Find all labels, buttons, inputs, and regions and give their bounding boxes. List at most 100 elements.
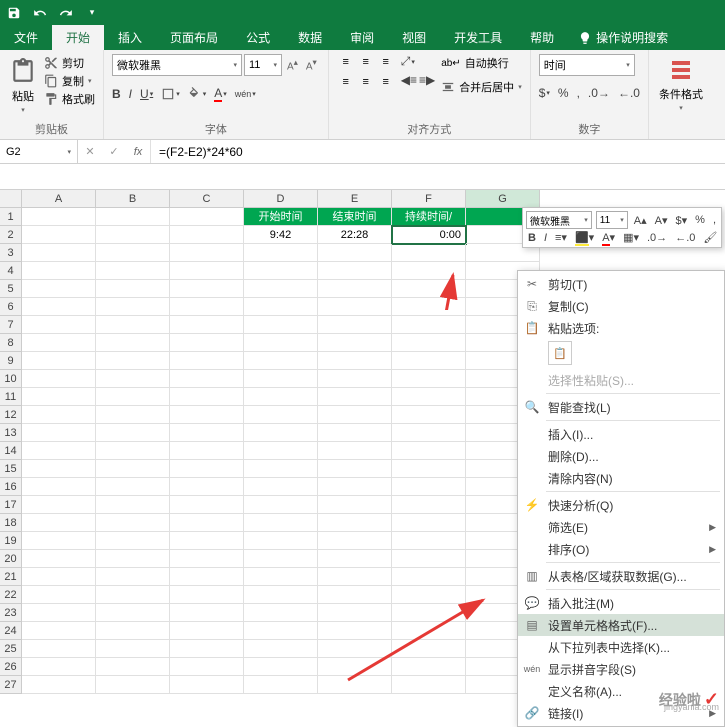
- cell-blank[interactable]: [318, 586, 392, 604]
- cell-blank[interactable]: [318, 262, 392, 280]
- mini-format-painter-icon[interactable]: 🖌: [701, 231, 719, 244]
- cell-blank[interactable]: [170, 370, 244, 388]
- tab-file[interactable]: 文件: [0, 25, 52, 50]
- row-head-8[interactable]: 8: [0, 334, 22, 352]
- cell-blank[interactable]: [22, 406, 96, 424]
- row-head-23[interactable]: 23: [0, 604, 22, 622]
- cell-blank[interactable]: [96, 388, 170, 406]
- cell-blank[interactable]: [392, 352, 466, 370]
- cell-B1[interactable]: [96, 208, 170, 226]
- cell-blank[interactable]: [244, 550, 318, 568]
- cell-blank[interactable]: [392, 406, 466, 424]
- row-head-19[interactable]: 19: [0, 532, 22, 550]
- cell-B2[interactable]: [96, 226, 170, 244]
- cell-blank[interactable]: [170, 280, 244, 298]
- tab-review[interactable]: 审阅: [336, 25, 388, 50]
- menu-cut[interactable]: ✂ 剪切(T): [518, 273, 724, 295]
- cell-blank[interactable]: [392, 676, 466, 694]
- cell-blank[interactable]: [96, 316, 170, 334]
- cell-blank[interactable]: [392, 658, 466, 676]
- row-head-14[interactable]: 14: [0, 442, 22, 460]
- cell-blank[interactable]: [318, 496, 392, 514]
- cell-blank[interactable]: [96, 676, 170, 694]
- tab-home[interactable]: 开始: [52, 25, 104, 50]
- mini-decimal-inc-icon[interactable]: .0→: [645, 232, 669, 244]
- cell-blank[interactable]: [22, 478, 96, 496]
- mini-comma-icon[interactable]: ,: [711, 214, 718, 226]
- row-head-11[interactable]: 11: [0, 388, 22, 406]
- cell-blank[interactable]: [170, 622, 244, 640]
- cell-blank[interactable]: [318, 370, 392, 388]
- cell-blank[interactable]: [170, 406, 244, 424]
- row-head-21[interactable]: 21: [0, 568, 22, 586]
- align-left-icon[interactable]: ≡: [337, 74, 355, 90]
- row-head-10[interactable]: 10: [0, 370, 22, 388]
- col-head-E[interactable]: E: [318, 190, 392, 208]
- cell-blank[interactable]: [392, 622, 466, 640]
- cell-blank[interactable]: [22, 244, 96, 262]
- cell-blank[interactable]: [392, 550, 466, 568]
- cell-blank[interactable]: [96, 370, 170, 388]
- cell-blank[interactable]: [318, 532, 392, 550]
- tab-page-layout[interactable]: 页面布局: [156, 25, 232, 50]
- cell-blank[interactable]: [244, 514, 318, 532]
- cancel-formula-icon[interactable]: ✕: [78, 145, 102, 158]
- cell-blank[interactable]: [318, 280, 392, 298]
- row-head-15[interactable]: 15: [0, 460, 22, 478]
- cell-A1[interactable]: [22, 208, 96, 226]
- cell-blank[interactable]: [170, 388, 244, 406]
- cell-blank[interactable]: [392, 262, 466, 280]
- cell-blank[interactable]: [170, 298, 244, 316]
- cell-blank[interactable]: [244, 388, 318, 406]
- cell-blank[interactable]: [244, 658, 318, 676]
- menu-format-cells[interactable]: ▤ 设置单元格格式(F)...: [518, 614, 724, 636]
- cell-blank[interactable]: [244, 298, 318, 316]
- mini-decimal-dec-icon[interactable]: ←.0: [673, 232, 697, 244]
- cell-blank[interactable]: [244, 568, 318, 586]
- menu-smart-lookup[interactable]: 🔍 智能查找(L): [518, 396, 724, 418]
- cell-blank[interactable]: [96, 406, 170, 424]
- cell-D2[interactable]: 9:42: [244, 226, 318, 244]
- cell-blank[interactable]: [392, 640, 466, 658]
- row-head-6[interactable]: 6: [0, 298, 22, 316]
- cell-blank[interactable]: [244, 460, 318, 478]
- cell-blank[interactable]: [244, 406, 318, 424]
- cell-blank[interactable]: [244, 424, 318, 442]
- cell-blank[interactable]: [318, 658, 392, 676]
- cell-blank[interactable]: [244, 532, 318, 550]
- col-head-G[interactable]: G: [466, 190, 540, 208]
- cell-blank[interactable]: [22, 496, 96, 514]
- font-size-dropdown[interactable]: 11 ▾: [244, 54, 282, 76]
- cell-blank[interactable]: [22, 352, 96, 370]
- tab-help[interactable]: 帮助: [516, 25, 568, 50]
- cell-blank[interactable]: [96, 460, 170, 478]
- wrap-text-button[interactable]: ab↵ 自动换行: [441, 54, 522, 72]
- cell-blank[interactable]: [96, 658, 170, 676]
- menu-sort[interactable]: 排序(O) ▶: [518, 538, 724, 560]
- cell-blank[interactable]: [244, 442, 318, 460]
- cell-blank[interactable]: [392, 568, 466, 586]
- cell-blank[interactable]: [96, 244, 170, 262]
- tab-view[interactable]: 视图: [388, 25, 440, 50]
- fx-icon[interactable]: fx: [126, 146, 150, 158]
- enter-formula-icon[interactable]: ✓: [102, 145, 126, 158]
- cell-blank[interactable]: [22, 334, 96, 352]
- row-head-17[interactable]: 17: [0, 496, 22, 514]
- cell-blank[interactable]: [244, 334, 318, 352]
- fill-color-button[interactable]: ▾: [188, 87, 207, 101]
- cell-blank[interactable]: [170, 334, 244, 352]
- cell-E2[interactable]: 22:28: [318, 226, 392, 244]
- cell-blank[interactable]: [96, 334, 170, 352]
- row-head-26[interactable]: 26: [0, 658, 22, 676]
- cell-blank[interactable]: [170, 532, 244, 550]
- menu-quick-analysis[interactable]: ⚡ 快速分析(Q): [518, 494, 724, 516]
- mini-increase-font-icon[interactable]: A▴: [632, 214, 649, 227]
- menu-pick-from-list[interactable]: 从下拉列表中选择(K)...: [518, 636, 724, 658]
- cell-blank[interactable]: [170, 676, 244, 694]
- cell-blank[interactable]: [244, 478, 318, 496]
- tab-data[interactable]: 数据: [284, 25, 336, 50]
- menu-copy[interactable]: ⎘ 复制(C): [518, 295, 724, 317]
- row-head-20[interactable]: 20: [0, 550, 22, 568]
- paste-option-default[interactable]: 📋: [548, 341, 572, 365]
- customize-qat-icon[interactable]: ▾: [84, 5, 100, 21]
